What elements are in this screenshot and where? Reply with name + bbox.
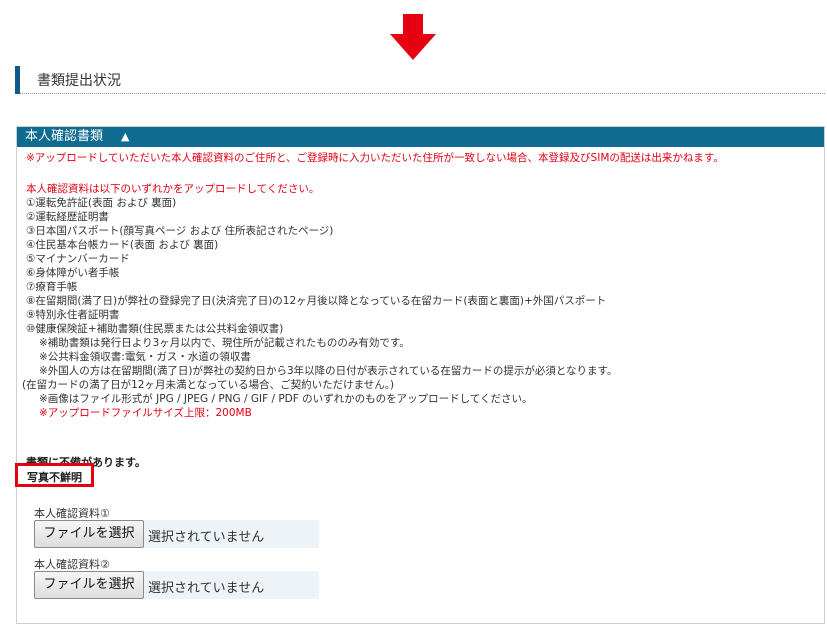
choose-file-button-1[interactable]: ファイルを選択 [34,520,144,548]
panel-title: 本人確認書類 [25,129,104,144]
size-note: ※アップロードファイルサイズ上限：200MB [39,407,252,419]
file-upload-1[interactable]: ファイルを選択 選択されていません [34,520,319,548]
note-item: ※補助書類は発行日より3ヶ月以内で、現住所が記載されたもののみ有効です。 [39,337,410,349]
doc-item: ⑨特別永住者証明書 [26,309,120,321]
down-arrow-icon [390,14,436,60]
format-note: ※画像はファイル形式が JPG / JPEG / PNG / GIF / PDF… [39,393,533,405]
doc-item: ②運転経歴証明書 [26,211,109,223]
file-upload-2[interactable]: ファイルを選択 選択されていません [34,571,319,599]
status-badge: 写真不鮮明 [15,463,94,487]
file-status-1: 選択されていません [148,530,265,545]
doc-item: ①運転免許証(表面 および 裏面) [26,197,177,209]
status-badge-text: 写真不鮮明 [27,471,82,484]
section-title: 書類提出状況 [37,73,121,89]
doc-item: ⑥身体障がい者手帳 [26,267,120,279]
section-header: 書類提出状況 [15,66,825,94]
file-status-2: 選択されていません [148,581,265,596]
address-notice: ※アップロードしていただいた本人確認資料のご住所と、ご登録時に入力いただいた住所… [26,152,724,164]
note-item: ※外国人の方は在留期間(満了日)が弊社の契約日から3年以降の日付が表示されている… [39,365,618,377]
collapse-toggle-icon[interactable]: ▲ [121,127,129,147]
doc-item: ③日本国パスポート(顔写真ページ および 住所表記されたページ) [26,225,334,237]
section-accent-bar [15,66,20,94]
residence-note: (在留カードの満了日が12ヶ月未満となっている場合、ご契約いただけません。) [22,379,395,391]
doc-item: ⑦療育手帳 [26,281,78,293]
doc-item: ⑤マイナンバーカード [26,253,130,265]
doc-item: ⑧在留期間(満了日)が弊社の登録完了日(決済完了日)の12ヶ月後以降となっている… [26,295,607,307]
upload-label-2: 本人確認資料② [34,558,110,571]
doc-item: ⑩健康保険証+補助書類(住民票または公共料金領収書) [26,323,284,335]
panel-header[interactable]: 本人確認書類 ▲ [17,127,824,147]
note-item: ※公共料金領収書:電気・ガス・水道の領収書 [39,351,251,363]
doc-item: ④住民基本台帳カード(表面 および 裏面) [26,239,219,251]
upload-label-1: 本人確認資料① [34,507,110,520]
upload-intro: 本人確認資料は以下のいずれかをアップロードしてください。 [26,183,320,195]
identity-documents-panel: 本人確認書類 ▲ ※アップロードしていただいた本人確認資料のご住所と、ご登録時に… [15,126,825,624]
choose-file-button-2[interactable]: ファイルを選択 [34,571,144,599]
